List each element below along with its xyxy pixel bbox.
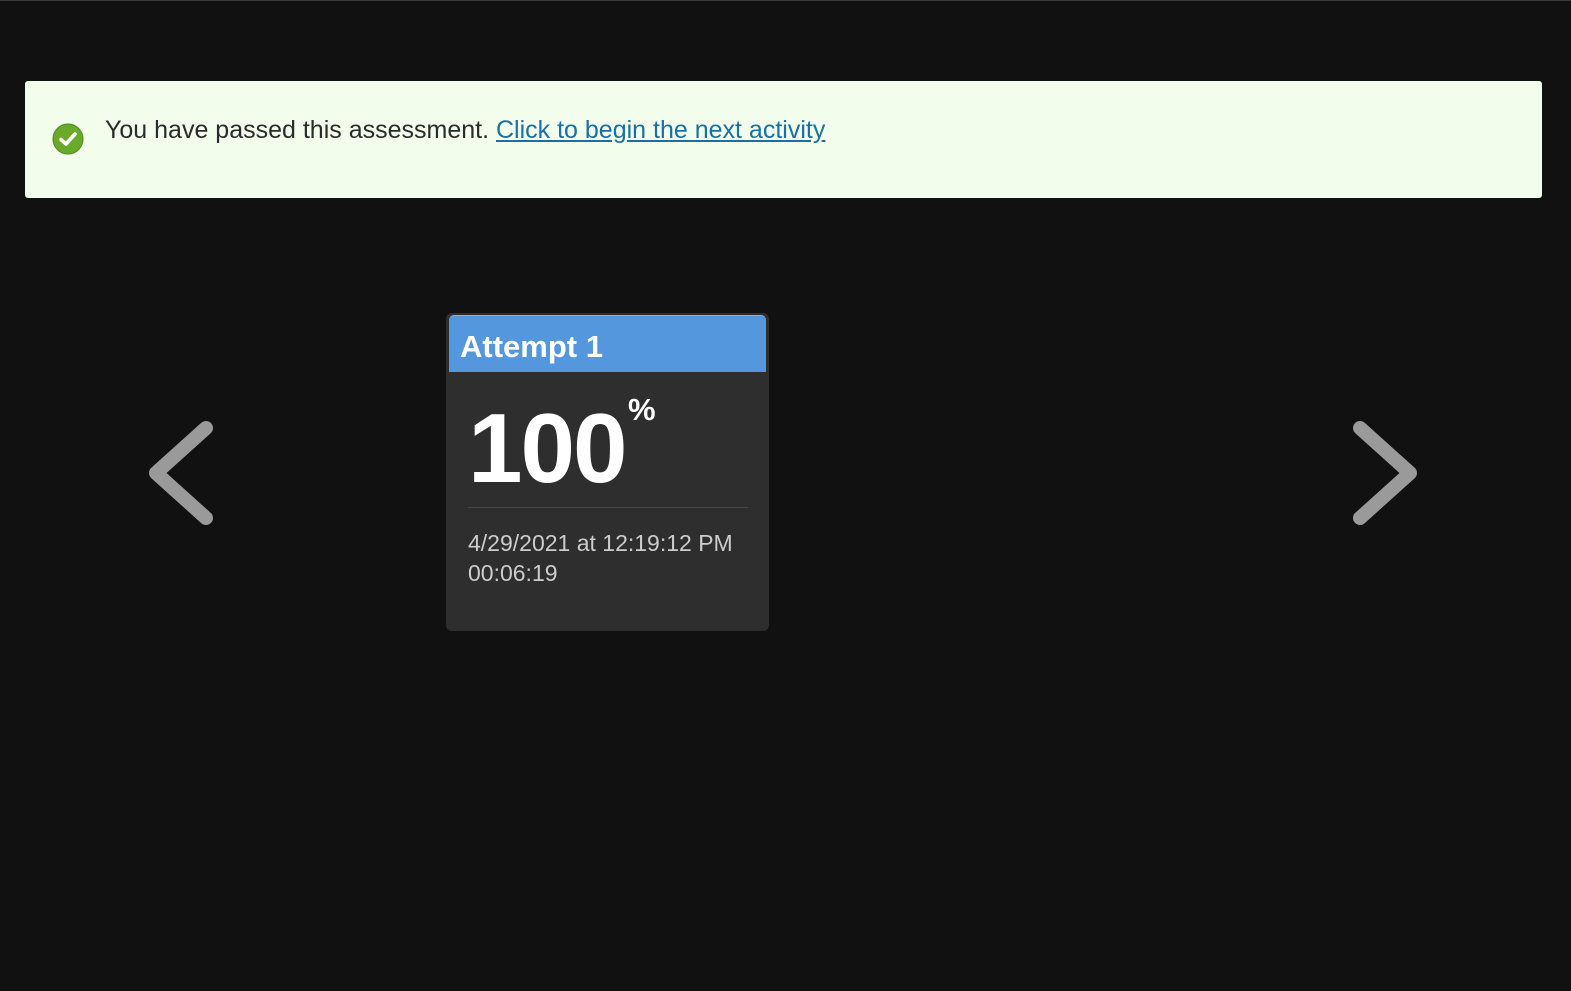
attempt-score-unit: % <box>628 392 656 427</box>
attempt-date: 4/29/2021 at 12:19:12 PM <box>468 530 733 556</box>
banner-message-row: You have passed this assessment. Click t… <box>105 115 825 145</box>
attempt-card-header: Attempt 1 <box>449 315 766 372</box>
previous-attempt-button[interactable] <box>146 420 216 526</box>
success-banner: You have passed this assessment. Click t… <box>25 81 1542 198</box>
check-circle-icon <box>52 123 84 155</box>
attempt-card[interactable]: Attempt 1 100 % 4/29/2021 at 12:19:12 PM… <box>446 313 769 631</box>
chevron-left-icon <box>146 421 216 530</box>
attempt-duration: 00:06:19 <box>468 560 558 586</box>
banner-message: You have passed this assessment. <box>105 116 490 144</box>
chevron-right-icon <box>1350 421 1420 530</box>
attempt-divider <box>468 507 748 508</box>
next-activity-link[interactable]: Click to begin the next activity <box>496 116 825 144</box>
attempt-score: 100 <box>468 393 628 503</box>
next-attempt-button[interactable] <box>1350 420 1420 526</box>
top-border <box>0 0 1571 1</box>
attempt-title: Attempt 1 <box>460 329 603 364</box>
